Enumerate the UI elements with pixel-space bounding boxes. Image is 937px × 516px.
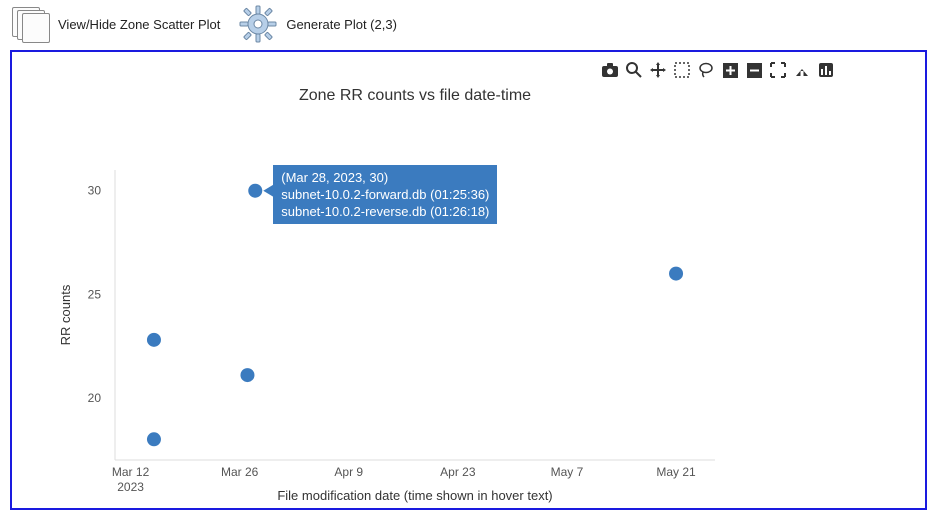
chart-area[interactable]: Zone RR counts vs file date-time 20 25 30 Ma… <box>15 55 915 505</box>
svg-text:20: 20 <box>88 391 102 405</box>
svg-text:Apr 23: Apr 23 <box>440 465 476 479</box>
svg-text:May 7: May 7 <box>551 465 584 479</box>
svg-text:25: 25 <box>88 287 102 301</box>
svg-text:Mar 26: Mar 26 <box>221 465 259 479</box>
scatter-chart: Zone RR counts vs file date-time 20 25 30 Ma… <box>15 55 915 505</box>
svg-text:Zone RR counts vs file date-ti: Zone RR counts vs file date-time <box>299 87 531 104</box>
top-toolbar: View/Hide Zone Scatter Plot Generate Plo… <box>0 0 937 50</box>
view-hide-label: View/Hide Zone Scatter Plot <box>58 17 220 32</box>
hover-line-1: (Mar 28, 2023, 30) <box>281 169 489 186</box>
documents-stack-icon <box>10 5 50 43</box>
svg-text:File modification date (time s: File modification date (time shown in ho… <box>277 488 552 503</box>
svg-text:2023: 2023 <box>117 480 144 494</box>
generate-plot-label: Generate Plot (2,3) <box>286 17 397 32</box>
hover-tooltip: (Mar 28, 2023, 30) subnet-10.0.2-forward… <box>273 165 497 224</box>
svg-text:Apr 9: Apr 9 <box>334 465 363 479</box>
hover-line-2: subnet-10.0.2-forward.db (01:25:36) <box>281 186 489 203</box>
svg-text:May 21: May 21 <box>656 465 696 479</box>
hover-line-3: subnet-10.0.2-reverse.db (01:26:18) <box>281 203 489 220</box>
svg-text:RR counts: RR counts <box>58 284 73 345</box>
svg-text:30: 30 <box>88 184 102 198</box>
svg-text:Mar 12: Mar 12 <box>112 465 150 479</box>
view-hide-scatter-button[interactable]: View/Hide Zone Scatter Plot <box>10 5 220 43</box>
generate-plot-button[interactable]: Generate Plot (2,3) <box>238 4 397 44</box>
gear-icon <box>238 4 278 44</box>
chart-frame: Zone RR counts vs file date-time 20 25 30 Ma… <box>10 50 927 510</box>
